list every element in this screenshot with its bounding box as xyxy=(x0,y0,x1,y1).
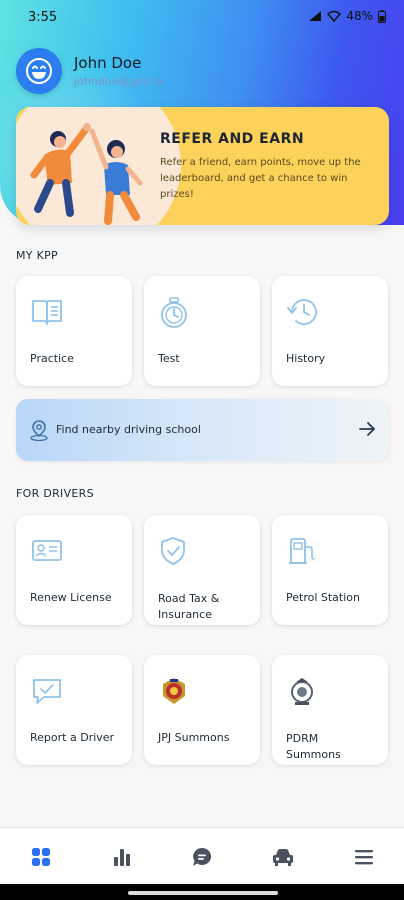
profile-name: John Doe xyxy=(74,54,142,72)
tile-label: Report a Driver xyxy=(30,731,115,744)
tile-label: Renew License xyxy=(30,591,112,604)
tile-label: JPJ Summons xyxy=(158,731,230,744)
tile-label: Test xyxy=(158,352,180,365)
refer-title: REFER AND EARN xyxy=(160,131,305,147)
profile-email: johndoe@gml.la xyxy=(74,75,164,88)
book-icon xyxy=(32,300,62,325)
for-drivers-section-title: FOR DRIVERS xyxy=(16,487,94,500)
avatar[interactable] xyxy=(16,48,62,94)
tile-jpj-summons[interactable]: JPJ Summons xyxy=(144,655,260,765)
nav-car[interactable] xyxy=(270,844,296,870)
tile-label: History xyxy=(286,352,326,365)
tile-renew-license[interactable]: Renew License xyxy=(16,515,132,625)
jpj-emblem-icon xyxy=(163,678,185,704)
menu-icon xyxy=(355,850,373,865)
tile-label: Practice xyxy=(30,352,74,365)
id-card-icon xyxy=(32,540,62,561)
pdrm-emblem-icon xyxy=(291,678,313,705)
tile-road-tax-insurance[interactable]: Road Tax & Insurance xyxy=(144,515,260,625)
car-icon xyxy=(273,849,293,866)
tile-petrol-station[interactable]: Petrol Station xyxy=(272,515,388,625)
tile-label: Petrol Station xyxy=(286,591,360,604)
tile-label-line2: Summons xyxy=(286,748,341,761)
my-kpp-section-title: MY KPP xyxy=(16,249,58,262)
find-driving-school-button[interactable]: Find nearby driving school xyxy=(16,399,389,461)
fuel-pump-icon xyxy=(289,538,315,564)
refer-and-earn-card[interactable]: REFER AND EARN Refer a friend, earn poin… xyxy=(16,107,389,225)
tile-report-driver[interactable]: Report a Driver xyxy=(16,655,132,765)
report-chat-icon xyxy=(33,679,61,704)
signal-icon xyxy=(308,10,322,22)
tile-practice[interactable]: Practice xyxy=(16,276,132,386)
tile-label: Road Tax & Insurance xyxy=(158,591,219,623)
smile-avatar-icon xyxy=(26,58,52,84)
shield-check-icon xyxy=(161,537,185,565)
history-icon xyxy=(287,299,317,325)
tile-test[interactable]: Test xyxy=(144,276,260,386)
nav-stats[interactable] xyxy=(109,844,135,870)
wifi-icon xyxy=(327,10,342,22)
nav-menu[interactable] xyxy=(351,844,377,870)
arrow-right-icon xyxy=(359,422,375,436)
nav-chat[interactable] xyxy=(189,844,215,870)
bar-chart-icon xyxy=(114,849,130,866)
tile-label-line1: Road Tax & xyxy=(158,592,220,605)
tile-pdrm-summons[interactable]: PDRM Summons xyxy=(272,655,388,765)
nav-home[interactable] xyxy=(28,844,54,870)
refer-description: Refer a friend, earn points, move up the… xyxy=(160,157,361,200)
location-pin-icon xyxy=(30,420,48,442)
system-gesture-bar xyxy=(0,884,404,900)
profile-header[interactable]: John Doe johndoe@gml.la xyxy=(16,48,163,94)
tile-history[interactable]: History xyxy=(272,276,388,386)
stopwatch-icon xyxy=(161,297,187,328)
tile-label-line1: PDRM xyxy=(286,732,319,745)
tile-label: PDRM Summons xyxy=(286,731,341,763)
status-time: 3:55 xyxy=(28,10,58,25)
tile-label-line2: Insurance xyxy=(158,608,212,621)
bottom-navigation xyxy=(0,827,404,884)
battery-icon xyxy=(378,9,386,23)
battery-percent: 48% xyxy=(346,9,373,23)
status-bar: 3:55 48% xyxy=(0,0,404,34)
chat-bubble-icon xyxy=(193,847,212,866)
gesture-handle[interactable] xyxy=(128,891,278,895)
high-five-illustration-icon xyxy=(30,123,143,225)
grid-icon xyxy=(32,848,50,866)
finder-label: Find nearby driving school xyxy=(56,423,201,436)
